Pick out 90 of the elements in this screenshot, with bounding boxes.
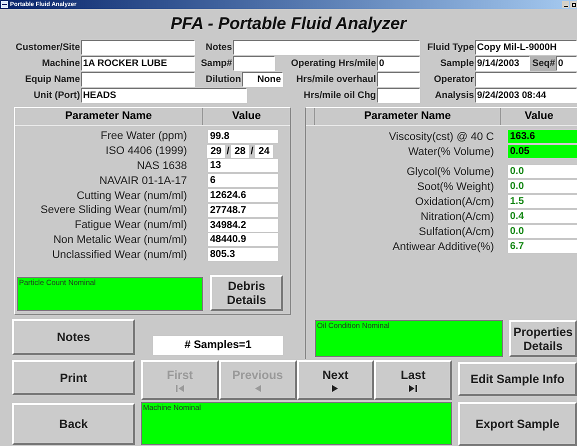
field-label: Machine [40,56,81,70]
edit-sample-button[interactable]: Edit Sample Info [458,362,577,396]
value-field: 13 [208,159,278,172]
column-header: Parameter Name [314,108,501,125]
app-heading: PFA - Portable Fluid Analyzer [170,13,406,36]
text-field[interactable] [475,72,577,86]
field-label: Notes [204,40,233,54]
print-button[interactable]: Print [12,360,135,395]
value-field: 12624.6 [208,189,278,202]
parameter-name: Glycol(% Volume) [406,164,495,178]
separator: / [226,144,230,158]
text-field[interactable]: 0 [556,56,577,70]
column-header: Value [231,109,262,124]
value-field: 28 [231,144,249,158]
text-field[interactable]: 9/14/2003 [475,56,530,70]
parameter-name: Sulfation(A/cm) [418,224,495,238]
text-field[interactable] [233,56,275,70]
debris-details-button[interactable]: Debris Details [210,275,283,311]
value-field: 0.4 [508,210,577,223]
parameter-name: NAVAIR 01-1A-17 [98,174,188,188]
value-field: 0.0 [508,180,577,193]
parameter-name: ISO 4406 (1999) [104,144,188,158]
value-field: 29 [207,144,225,158]
parameter-name: Severe Sliding Wear (num/ml) [39,203,188,218]
parameter-name: Fatigue Wear (num/ml) [74,218,188,232]
value-field: 34984.2 [208,218,278,232]
field-label: Fluid Type [426,40,475,54]
field-label: Analysis [434,88,475,102]
separator: / [250,144,254,158]
field-label: Hrs/mile overhaul [295,72,377,86]
value-field: 0.05 [508,145,577,158]
column-header: Parameter Name [15,108,203,125]
text-field[interactable] [81,72,195,86]
back-button[interactable]: Back [12,403,135,445]
field-label: Dilution [204,72,242,86]
text-field[interactable]: 1A ROCKER LUBE [81,56,195,70]
skip-back-icon [176,385,184,392]
field-label: Customer/Site [14,40,81,54]
text-field[interactable] [81,40,195,54]
text-field[interactable]: 0 [377,56,420,70]
value-field: 27748.7 [208,204,278,217]
parameter-name: Soot(% Weight) [416,180,495,194]
field-label: Seq# [530,56,556,70]
parameter-name: Nitration(A/cm) [420,210,495,224]
text-field[interactable]: Copy Mil-L-9000H [475,40,577,54]
value-field: 48440.9 [208,233,278,246]
minimize-button[interactable] [562,1,569,8]
parameter-name: Free Water (ppm) [100,129,188,144]
value-field: 0.0 [508,225,577,238]
field-label: Equip Name [24,72,81,86]
parameter-name: Water(% Volume) [407,144,495,158]
properties-details-button[interactable]: Properties Details [509,320,577,357]
parameter-name: NAS 1638 [136,158,188,173]
text-field[interactable]: 9/24/2003 08:44 [475,88,577,102]
text-field[interactable] [377,72,420,86]
value-field: 805.3 [208,248,278,262]
app-icon [1,1,8,8]
value-field: 1.5 [508,195,577,208]
value-field: 6.7 [508,240,577,253]
parameter-name: Unclassified Wear (num/ml) [51,248,188,262]
nav-button[interactable]: Last [374,360,452,400]
parameter-name: Cutting Wear (num/ml) [76,188,188,203]
value-field: 0.0 [508,165,577,178]
column-header: Value [524,109,554,124]
field-label: Samp# [200,56,233,70]
value-field: 6 [208,174,278,188]
text-field[interactable] [377,88,420,102]
field-label: Operating Hrs/mile [290,56,377,70]
value-field: 99.8 [208,130,278,143]
nav-button[interactable]: Next [296,360,374,400]
parameter-name: Oxidation(A/cm) [414,194,495,208]
parameter-name: Antiwear Additive(%) [392,240,495,254]
maximize-button[interactable] [570,1,577,8]
field-label: Unit (Port) [32,88,81,102]
parameter-name: Non Metalic Wear (num/ml) [52,232,188,247]
play-icon [331,385,340,392]
value-field: 24 [255,144,273,158]
text-field[interactable]: None [242,72,283,86]
parameter-name: Viscosity(cst) @ 40 C [388,130,495,144]
notes-button[interactable]: Notes [12,319,135,355]
field-label: Sample [439,56,475,70]
text-field[interactable] [233,40,420,54]
export-sample-button[interactable]: Export Sample [458,402,577,446]
field-label: Operator [432,72,475,86]
play-left-icon [254,385,262,392]
value-field: 163.6 [508,130,577,143]
text-field[interactable]: HEADS [81,88,247,102]
field-label: Hrs/mile oil Chg [302,88,377,102]
skip-forward-icon [409,385,418,392]
samples-count: # Samples=1 [153,336,283,355]
